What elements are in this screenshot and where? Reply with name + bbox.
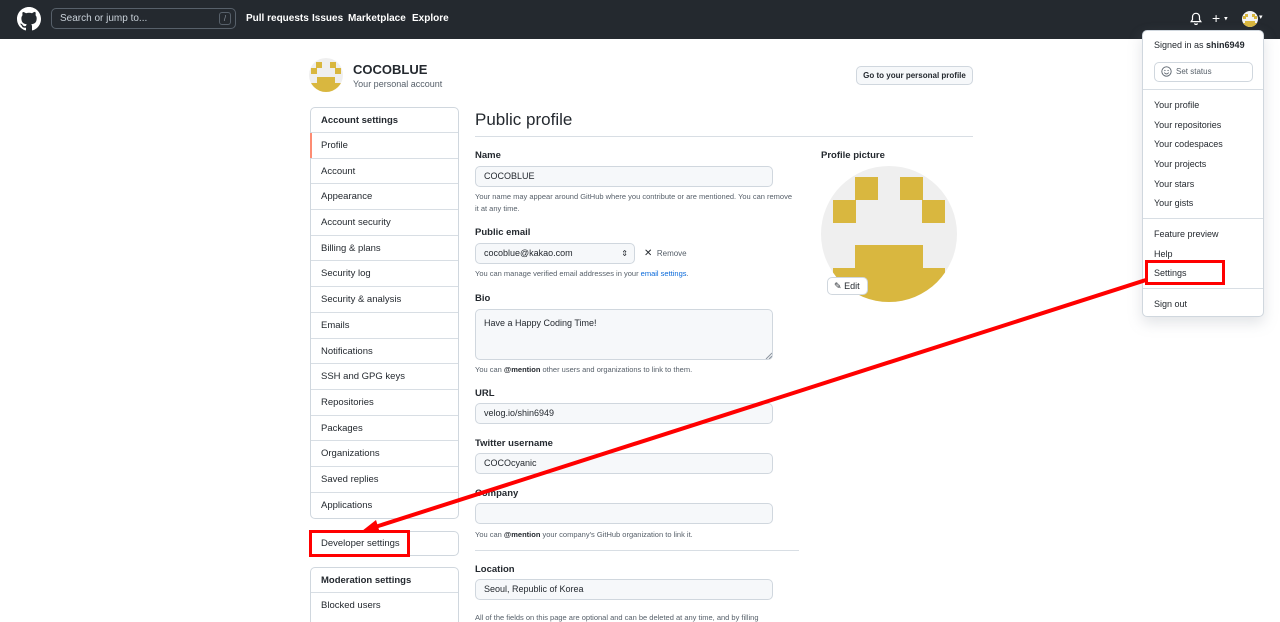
annotation-arrow bbox=[362, 278, 1147, 533]
